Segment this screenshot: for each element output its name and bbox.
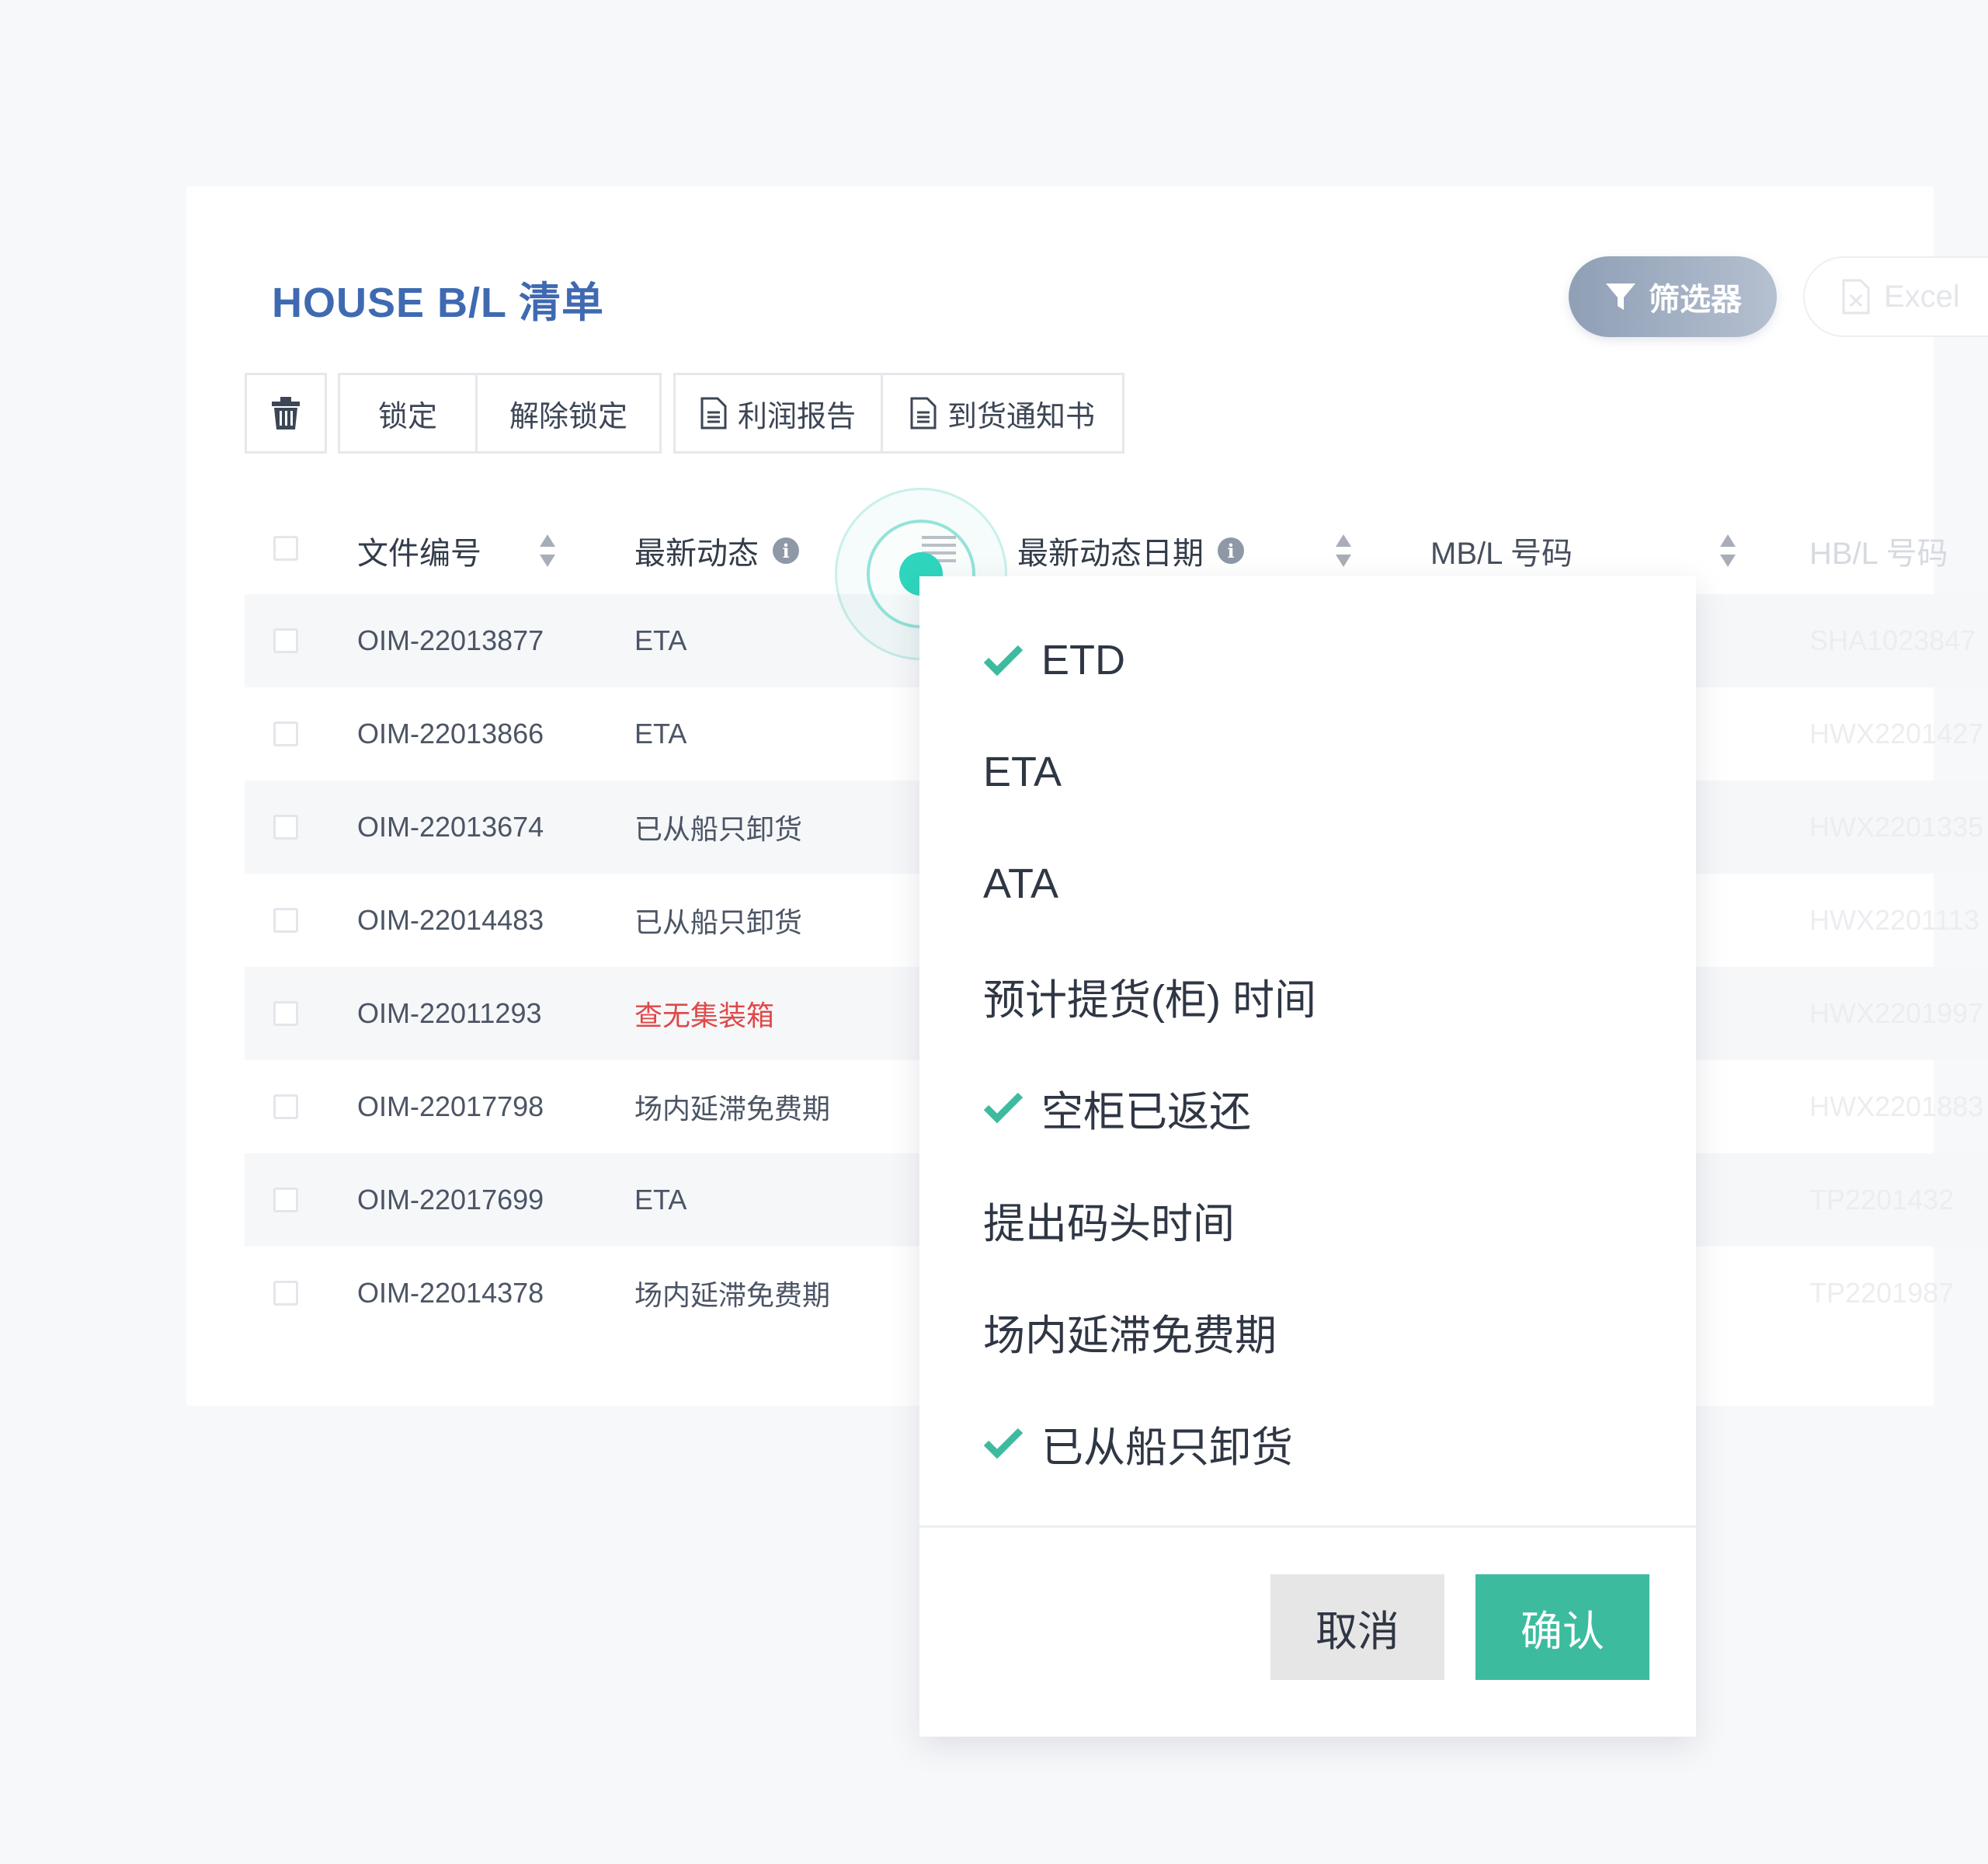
confirm-button[interactable]: 确认 [1475,1574,1649,1680]
dropdown-option-label: 预计提货(柜) 时间 [983,976,1316,1024]
column-header-hbl-no-label: HB/L 号码 [1809,537,1948,571]
row-status: 场内延滞免费期 [634,1093,831,1125]
column-header-latest-status-date[interactable]: 最新动态日期 i [1017,528,1244,573]
arrival-notice-label: 到货通知书 [947,400,1095,433]
profit-report-button[interactable]: 利润报告 [673,373,883,454]
row-hbl-no: HWX2201427 [1809,718,1984,749]
dropdown-option-label: ATA [983,861,1059,907]
dropdown-option-eta[interactable]: ETA [919,716,1696,828]
lock-button-label: 锁定 [377,400,437,433]
row-status: 已从船只卸货 [634,813,803,845]
document-icon [700,397,727,429]
dropdown-option-etd[interactable]: ETD [919,604,1696,716]
row-file-no[interactable]: OIM-22017798 [357,1060,544,1153]
dropdown-option-label: ETD [1041,637,1125,683]
filter-button-label: 筛选器 [1649,283,1742,317]
cancel-button[interactable]: 取消 [1270,1574,1444,1680]
row-file-no[interactable]: OIM-22014378 [357,1247,544,1340]
sort-file-no-icon[interactable] [538,534,557,567]
dropdown-option-out-gate[interactable]: 提出码头时间 [919,1163,1696,1275]
row-checkbox[interactable] [273,628,298,653]
checkmark-icon [983,645,1024,676]
dropdown-option-label: 已从船只卸货 [1041,1424,1293,1471]
column-header-mbl-no[interactable]: MB/L 号码 [1430,528,1573,573]
arrival-notice-button[interactable]: 到货通知书 [881,373,1124,454]
row-file-no[interactable]: OIM-22013866 [357,687,544,781]
info-icon[interactable]: i [1218,537,1244,564]
document-icon [910,397,937,429]
dropdown-option-label: ETA [983,749,1062,795]
dropdown-option-estimated-pickup[interactable]: 预计提货(柜) 时间 [919,940,1696,1052]
dropdown-option-demurrage-free[interactable]: 场内延滞免费期 [919,1275,1696,1387]
dropdown-option-discharged[interactable]: 已从船只卸货 [919,1387,1696,1499]
delete-button[interactable] [245,373,327,454]
row-checkbox[interactable] [273,815,298,840]
row-hbl-no: HWX2201883 [1809,1090,1984,1122]
page-title: HOUSE B/L 清单 [272,280,605,326]
column-header-hbl-no[interactable]: HB/L 号码 [1809,528,1948,573]
row-status: ETA [634,718,687,749]
column-header-mbl-no-label: MB/L 号码 [1430,537,1573,571]
excel-file-icon [1842,279,1870,315]
column-header-latest-status-date-label: 最新动态日期 [1017,537,1204,571]
row-file-no[interactable]: OIM-22013877 [357,594,544,687]
row-file-no[interactable]: OIM-22017699 [357,1153,544,1247]
dropdown-option-ata[interactable]: ATA [919,828,1696,940]
column-header-latest-status[interactable]: 最新动态 i [634,528,799,573]
profit-report-label: 利润报告 [737,400,856,433]
column-header-file-no[interactable]: 文件编号 [357,528,481,573]
row-file-no[interactable]: OIM-22014483 [357,874,544,967]
row-checkbox[interactable] [273,908,298,933]
row-status: 场内延滞免费期 [634,1279,831,1311]
unlock-button-label: 解除锁定 [509,400,627,433]
dropdown-option-empty-returned[interactable]: 空柜已返还 [919,1052,1696,1163]
column-header-latest-status-label: 最新动态 [634,537,759,571]
row-status: ETA [634,1184,687,1215]
row-checkbox[interactable] [273,1188,298,1212]
row-checkbox[interactable] [273,1281,298,1306]
row-checkbox[interactable] [273,1001,298,1026]
row-file-no[interactable]: OIM-22013674 [357,781,544,874]
lock-button[interactable]: 锁定 [338,373,478,454]
funnel-icon [1606,283,1635,310]
row-file-no[interactable]: OIM-22011293 [357,967,541,1060]
dropdown-footer: 取消 确认 [919,1525,1696,1737]
excel-export-label: Excel [1884,279,1960,314]
select-all-checkbox[interactable] [273,536,298,561]
sort-mbl-no-icon[interactable] [1719,534,1737,567]
row-status: ETA [634,624,687,656]
excel-export-button[interactable]: Excel [1803,256,1988,337]
dropdown-option-label: 空柜已返还 [1041,1088,1251,1135]
row-hbl-no: HWX2201997 [1809,997,1984,1029]
status-filter-dropdown: ETD ETA ATA 预计提货(柜) 时间 空柜已返还 提出码头时间 场内延滞… [919,576,1696,1737]
column-header-file-no-label: 文件编号 [357,537,481,571]
row-hbl-no: HWX2201113 [1809,904,1979,936]
row-checkbox[interactable] [273,722,298,746]
filter-button[interactable]: 筛选器 [1569,256,1777,337]
sort-latest-status-date-icon[interactable] [1334,534,1353,567]
row-checkbox[interactable] [273,1094,298,1119]
dropdown-option-label: 场内延滞免费期 [983,1312,1277,1359]
row-hbl-no: TP2201432 [1809,1184,1955,1215]
row-hbl-no: HWX2201335 [1809,811,1984,843]
row-hbl-no: TP2201987 [1809,1277,1955,1309]
row-status: 已从船只卸货 [634,906,803,938]
info-icon[interactable]: i [773,537,799,564]
checkmark-icon [983,1092,1024,1124]
row-hbl-no: SHA1023847 [1809,624,1976,656]
dropdown-option-label: 提出码头时间 [983,1200,1235,1247]
unlock-button[interactable]: 解除锁定 [475,373,662,454]
trash-icon [272,397,300,429]
checkmark-icon [983,1428,1024,1459]
row-status: 查无集装箱 [634,1000,775,1031]
